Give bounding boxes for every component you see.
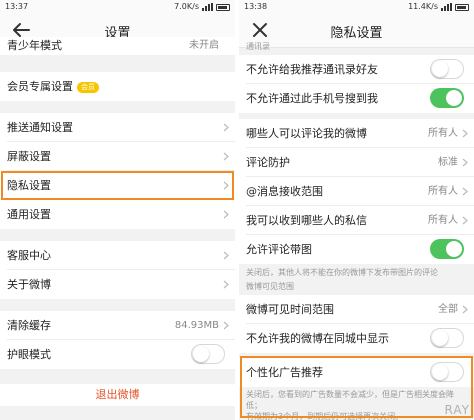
- row-label: 客服中心: [7, 249, 51, 262]
- chevron-right-icon: [223, 280, 229, 289]
- row-label: 青少年模式: [7, 39, 62, 52]
- privacy-row-visible-time-range[interactable]: 微博可见时间范围 全部: [239, 295, 474, 324]
- settings-row-teen-mode[interactable]: 青少年模式 未开启: [0, 37, 235, 55]
- section-header-weibo-visibility: 微博可见范围: [246, 282, 294, 291]
- ads-note-line-1: 关闭后，您看到的广告数量不会减少，但是广告相关度会降低；: [246, 390, 454, 410]
- settings-row-eye-care: 护眼模式: [0, 340, 235, 369]
- privacy-row-comment-protection[interactable]: 评论防护 标准: [239, 148, 474, 177]
- phone-search-toggle[interactable]: [430, 88, 464, 108]
- privacy-row-who-can-comment[interactable]: 哪些人可以评论我的微博 所有人: [239, 119, 474, 148]
- chevron-right-icon: [223, 152, 229, 161]
- logout-button[interactable]: 退出微博: [0, 384, 235, 406]
- comment-images-toggle[interactable]: [430, 239, 464, 259]
- network-speed: 11.4K/s: [408, 2, 438, 11]
- status-bar: 13:37 7.0K/s: [0, 0, 235, 14]
- watermark-logo: RAY: [444, 403, 470, 417]
- chevron-right-icon: [223, 321, 229, 330]
- row-value: 全部: [438, 304, 458, 315]
- privacy-row-hide-local: 不允许我的微博在同城中显示: [239, 324, 474, 353]
- chevron-right-icon: [223, 123, 229, 132]
- network-speed: 7.0K/s: [174, 2, 199, 11]
- row-label: 隐私设置: [7, 179, 51, 192]
- privacy-row-comment-images: 允许评论带图: [239, 235, 474, 264]
- row-value: 所有人: [428, 128, 458, 139]
- row-label: 不允许给我推荐通讯录好友: [246, 63, 378, 76]
- settings-row-about[interactable]: 关于微博: [0, 270, 235, 299]
- chevron-right-icon: [223, 251, 229, 260]
- eye-care-toggle[interactable]: [191, 344, 225, 364]
- personalized-ads-toggle[interactable]: [430, 362, 464, 382]
- recommend-contacts-toggle[interactable]: [430, 59, 464, 79]
- privacy-row-private-messages[interactable]: 我可以收到哪些人的私信 所有人: [239, 206, 474, 235]
- battery-icon: [455, 3, 469, 11]
- privacy-row-no-recommend-contacts: 不允许给我推荐通讯录好友: [239, 55, 474, 84]
- privacy-row-no-phone-search: 不允许通过此手机号搜到我: [239, 84, 474, 113]
- chevron-right-icon: [462, 187, 468, 196]
- privacy-row-personalized-ads: 个性化广告推荐: [239, 358, 474, 387]
- signal-icon: [441, 3, 452, 11]
- ads-note-line-2: 有效期为3个月，到期后仍可选择再次关闭。: [246, 412, 404, 420]
- settings-row-block[interactable]: 屏蔽设置: [0, 142, 235, 171]
- status-bar: 13:38 11.4K/s: [239, 0, 474, 14]
- row-value: 标准: [438, 157, 458, 168]
- signal-icon: [202, 3, 213, 11]
- status-time: 13:37: [5, 2, 29, 11]
- settings-screen: 13:37 7.0K/s 设置 青少年模式 未开启 会员专属设置 会员 推送通知设…: [0, 0, 235, 420]
- section-header-contacts: 通讯录: [246, 42, 270, 51]
- row-label: 允许评论带图: [246, 243, 312, 256]
- vip-badge: 会员: [77, 81, 99, 93]
- row-label: 屏蔽设置: [7, 150, 51, 163]
- battery-icon: [216, 3, 230, 11]
- row-value: 所有人: [428, 186, 458, 197]
- chevron-right-icon: [462, 158, 468, 167]
- chevron-right-icon: [462, 129, 468, 138]
- row-label: 哪些人可以评论我的微博: [246, 127, 367, 140]
- page-title: 隐私设置: [330, 26, 383, 41]
- privacy-settings-screen: 13:38 11.4K/s 隐私设置 通讯录 不允许给我推荐通讯录好友 不允许通…: [239, 0, 474, 420]
- chevron-right-icon: [223, 210, 229, 219]
- row-label: 我可以收到哪些人的私信: [246, 214, 367, 227]
- row-label: 会员专属设置: [7, 80, 73, 93]
- settings-row-general[interactable]: 通用设置: [0, 200, 235, 229]
- settings-row-vip[interactable]: 会员专属设置 会员: [0, 72, 235, 101]
- row-label: 护眼模式: [7, 348, 51, 361]
- chevron-right-icon: [462, 305, 468, 314]
- row-label: 关于微博: [7, 278, 51, 291]
- chevron-right-icon: [223, 181, 229, 190]
- settings-row-support[interactable]: 客服中心: [0, 241, 235, 270]
- row-label: 推送通知设置: [7, 121, 73, 134]
- row-label: 不允许我的微博在同城中显示: [246, 332, 389, 345]
- hide-local-toggle[interactable]: [430, 328, 464, 348]
- row-value: 所有人: [428, 215, 458, 226]
- settings-row-push[interactable]: 推送通知设置: [0, 113, 235, 142]
- row-label: 清除缓存: [7, 319, 51, 332]
- settings-row-clear-cache[interactable]: 清除缓存 84.93MB: [0, 311, 235, 340]
- settings-row-privacy[interactable]: 隐私设置: [0, 171, 235, 200]
- status-time: 13:38: [244, 2, 268, 11]
- row-label: 评论防护: [246, 156, 290, 169]
- row-label: 个性化广告推荐: [246, 366, 323, 379]
- row-label: 不允许通过此手机号搜到我: [246, 92, 378, 105]
- row-label: @消息接收范围: [246, 185, 323, 198]
- row-value: 未开启: [189, 40, 219, 51]
- cache-size: 84.93MB: [174, 320, 219, 331]
- chevron-right-icon: [462, 216, 468, 225]
- row-label: 通用设置: [7, 208, 51, 221]
- privacy-row-mention-range[interactable]: @消息接收范围 所有人: [239, 177, 474, 206]
- row-label: 微博可见时间范围: [246, 303, 334, 316]
